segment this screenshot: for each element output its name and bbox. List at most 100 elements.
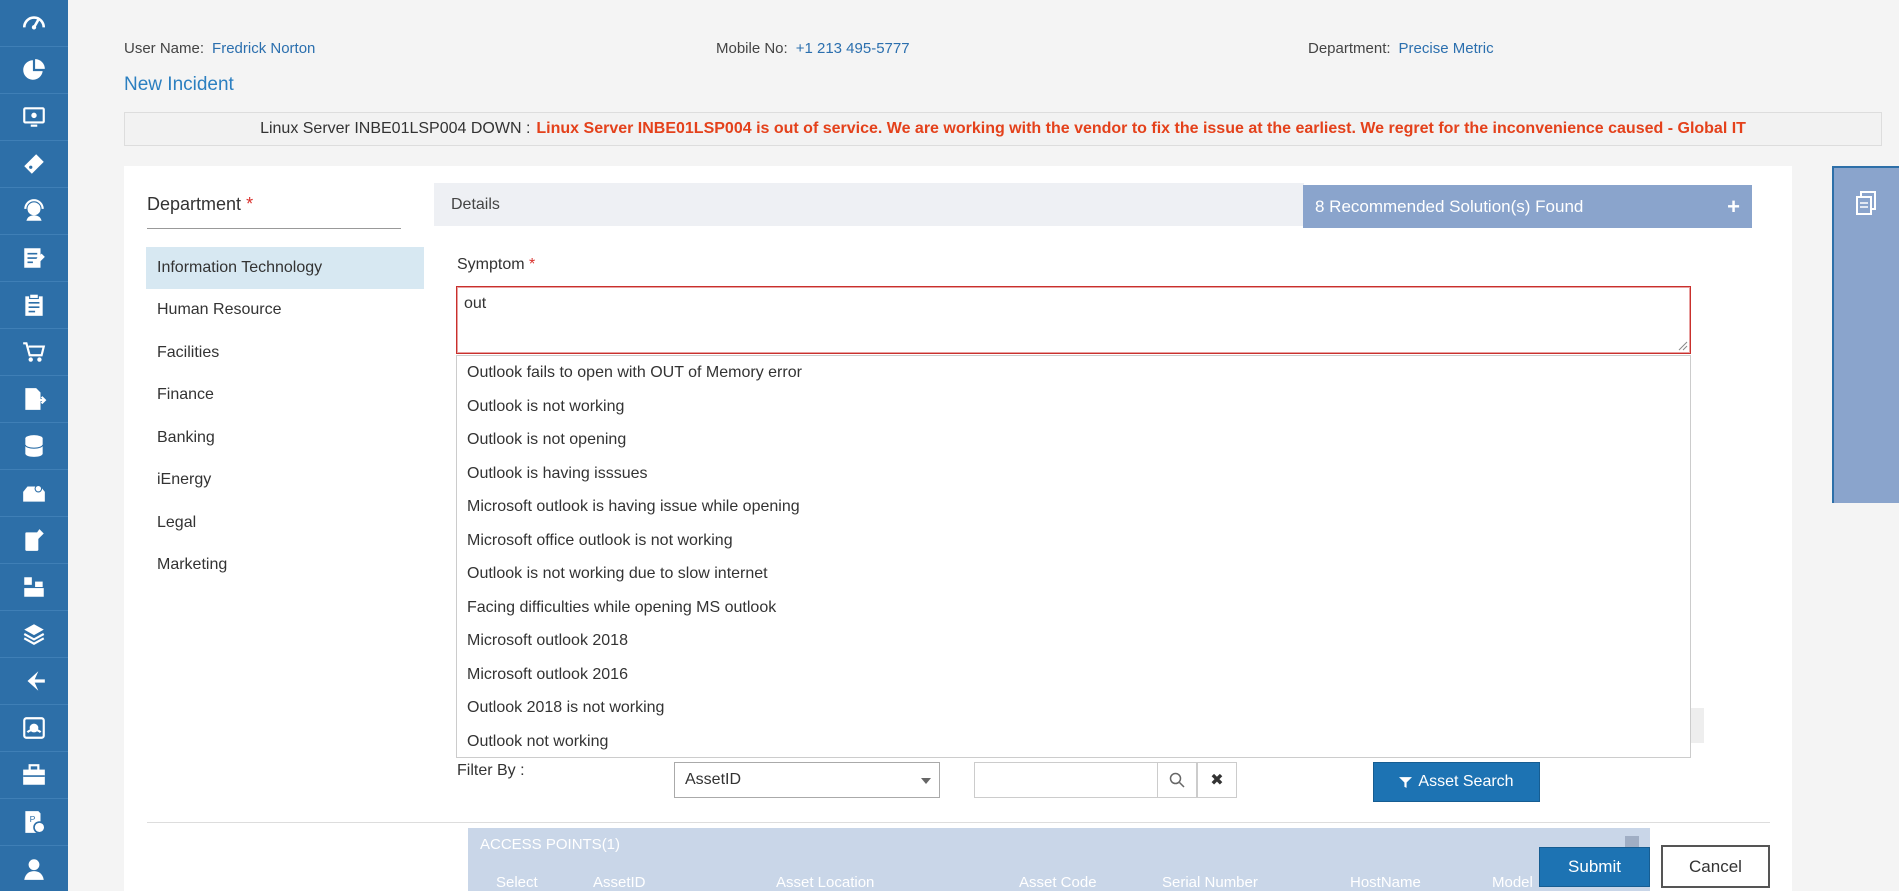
mobile-value: +1 213 495-5777 [795, 40, 910, 57]
close-icon: ✖ [1210, 772, 1224, 789]
plus-icon: + [1727, 193, 1740, 219]
user-name-value: Fredrick Norton [212, 40, 316, 57]
column-header: Asset Code [1019, 874, 1097, 891]
column-header: Model [1492, 874, 1533, 891]
department-item-finance[interactable]: Finance [146, 374, 424, 416]
department-item-ienergy[interactable]: iEnergy [146, 459, 424, 501]
department-item-facilities[interactable]: Facilities [146, 332, 424, 374]
required-mark: * [246, 194, 254, 214]
department-item-label: Legal [157, 514, 197, 531]
mobile-edit-icon[interactable] [0, 517, 68, 564]
clipboard-icon[interactable] [0, 282, 68, 329]
document-arrow-icon[interactable] [0, 376, 68, 423]
suggestion-item[interactable]: Facing difficulties while opening MS out… [467, 591, 776, 624]
column-header: AssetID [593, 874, 646, 891]
stack-icon[interactable] [0, 611, 68, 658]
department-item-banking[interactable]: Banking [146, 417, 424, 459]
cancel-button-label: Cancel [1689, 856, 1742, 876]
support-agent-icon[interactable] [0, 188, 68, 235]
suggestion-item[interactable]: Outlook is not opening [467, 423, 626, 456]
column-header: HostName [1350, 874, 1421, 891]
access-points-title: ACCESS POINTS(1) [480, 836, 621, 853]
user-icon[interactable] [0, 846, 68, 891]
tab-details[interactable]: Details [434, 183, 1304, 226]
department-item-label: Banking [157, 429, 215, 446]
filter-by-select[interactable]: AssetID [674, 762, 940, 798]
flowchart-icon[interactable] [0, 564, 68, 611]
background-field-edge [1691, 708, 1704, 743]
cancel-button[interactable]: Cancel [1661, 845, 1770, 888]
user-name-field: User Name: Fredrick Norton [124, 40, 315, 57]
divider [147, 228, 401, 229]
briefcase-icon[interactable] [0, 752, 68, 799]
page-title: New Incident [124, 74, 234, 95]
suggestion-item[interactable]: Outlook is not working [467, 390, 624, 423]
symptom-textarea[interactable]: out [456, 286, 1691, 354]
banner-message: Linux Server INBE01LSP004 is out of serv… [536, 120, 1746, 137]
department-item-label: Facilities [157, 344, 220, 361]
suggestion-item[interactable]: Outlook 2018 is not working [467, 691, 664, 724]
inbox-user-icon[interactable] [0, 470, 68, 517]
department-item-label: Marketing [157, 556, 228, 573]
department-heading-text: Department [147, 194, 242, 214]
department-item-label: iEnergy [157, 471, 212, 488]
suggestion-item[interactable]: Microsoft office outlook is not working [467, 524, 733, 557]
resize-handle-icon[interactable] [1678, 341, 1688, 351]
search-icon [1169, 772, 1185, 788]
filter-icon [1399, 776, 1413, 788]
asset-search-input[interactable] [974, 762, 1158, 798]
symptom-label-text: Symptom [457, 256, 525, 273]
submit-button[interactable]: Submit [1539, 847, 1650, 887]
department-heading: Department * [147, 194, 253, 215]
recommended-solutions-toggle[interactable]: 8 Recommended Solution(s) Found + [1303, 185, 1752, 228]
recommended-solutions-label: 8 Recommended Solution(s) Found [1315, 196, 1584, 216]
suggestion-item[interactable]: Microsoft outlook 2018 [467, 624, 628, 657]
suggestion-item[interactable]: Outlook is not working due to slow inter… [467, 557, 768, 590]
department-item-label: Information Technology [157, 259, 323, 276]
left-nav-sidebar: P [0, 0, 68, 891]
suggestion-item[interactable]: Outlook is having isssues [467, 457, 648, 490]
asset-search-button[interactable]: Asset Search [1373, 762, 1540, 802]
clear-button[interactable]: ✖ [1197, 762, 1237, 798]
department-item-human-resource[interactable]: Human Resource [146, 289, 424, 331]
document-settings-icon[interactable]: P [0, 799, 68, 846]
access-points-header: ACCESS POINTS(1) [468, 828, 1650, 861]
banner-title: Linux Server INBE01LSP004 DOWN : [260, 120, 531, 137]
headset-settings-icon[interactable] [0, 705, 68, 752]
asset-search-button-label: Asset Search [1418, 773, 1514, 790]
edit-document-icon[interactable] [0, 235, 68, 282]
announcement-banner: Linux Server INBE01LSP004 DOWN : Linux S… [124, 112, 1882, 146]
search-button[interactable] [1157, 762, 1197, 798]
symptom-suggestions-list: Outlook fails to open with OUT of Memory… [456, 355, 1691, 758]
required-mark: * [529, 256, 536, 273]
suggestion-item[interactable]: Microsoft outlook 2016 [467, 658, 628, 691]
department-item-marketing[interactable]: Marketing [146, 544, 424, 586]
database-icon[interactable] [0, 423, 68, 470]
tab-details-label: Details [451, 195, 500, 213]
user-department-field: Department: Precise Metric [1308, 40, 1494, 57]
monitor-icon[interactable] [0, 94, 68, 141]
department-item-information-technology[interactable]: Information Technology [146, 247, 424, 289]
dashboard-icon[interactable] [0, 0, 68, 47]
user-department-label: Department: [1308, 40, 1391, 57]
filter-by-selected: AssetID [685, 771, 742, 788]
release-icon[interactable] [0, 658, 68, 705]
copy-icon[interactable] [1854, 190, 1878, 220]
ticket-icon[interactable] [0, 141, 68, 188]
department-item-label: Human Resource [157, 301, 282, 318]
suggestion-item[interactable]: Outlook not working [467, 725, 608, 758]
svg-text:P: P [30, 814, 36, 824]
suggestion-item[interactable]: Microsoft outlook is having issue while … [467, 490, 800, 523]
symptom-label: Symptom * [457, 256, 535, 274]
divider [147, 822, 1770, 823]
mobile-field: Mobile No: +1 213 495-5777 [716, 40, 910, 57]
cart-icon[interactable] [0, 329, 68, 376]
submit-button-label: Submit [1568, 857, 1621, 876]
department-item-legal[interactable]: Legal [146, 502, 424, 544]
filter-by-label: Filter By : [457, 762, 525, 779]
column-header: Select [496, 874, 538, 891]
pie-chart-icon[interactable] [0, 47, 68, 94]
symptom-value: out [464, 295, 487, 312]
suggestion-item[interactable]: Outlook fails to open with OUT of Memory… [467, 356, 802, 389]
side-panel[interactable] [1832, 166, 1899, 503]
